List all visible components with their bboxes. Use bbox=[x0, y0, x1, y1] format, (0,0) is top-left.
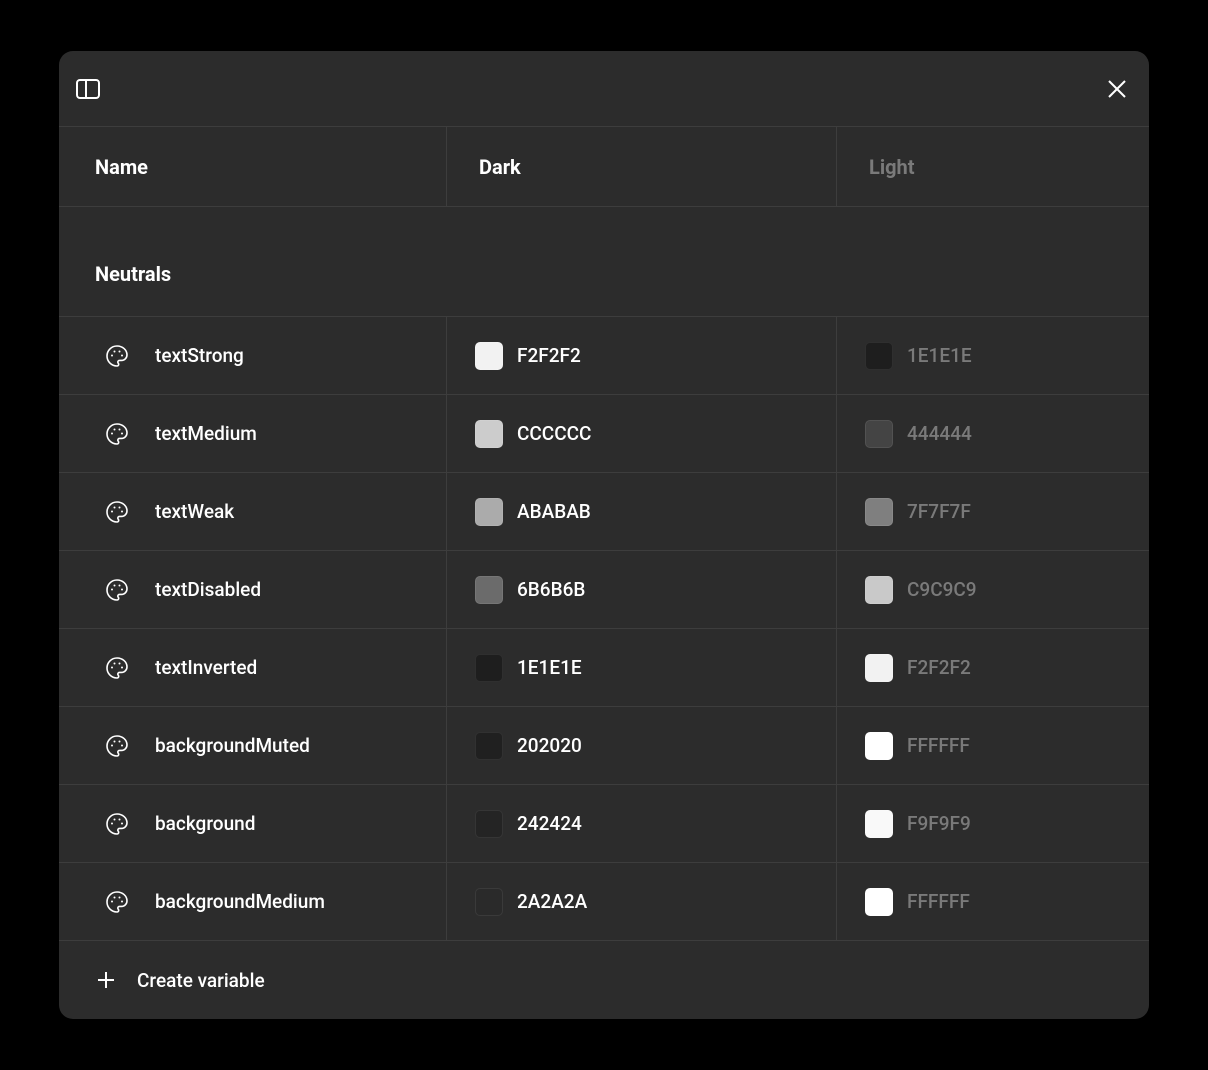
variable-name-label: backgroundMedium bbox=[155, 890, 325, 913]
variable-dark-cell[interactable]: F2F2F2 bbox=[447, 317, 837, 394]
variable-name-cell[interactable]: background bbox=[59, 785, 447, 862]
palette-icon bbox=[105, 578, 129, 602]
palette-icon bbox=[105, 890, 129, 914]
color-swatch[interactable] bbox=[475, 576, 503, 604]
palette-icon bbox=[105, 812, 129, 836]
hex-value-dark: F2F2F2 bbox=[517, 344, 581, 367]
hex-value-dark: 2A2A2A bbox=[517, 890, 587, 913]
variable-dark-cell[interactable]: 242424 bbox=[447, 785, 837, 862]
titlebar bbox=[59, 51, 1149, 127]
header-name-label: Name bbox=[95, 155, 148, 179]
header-light-column[interactable]: Light bbox=[837, 127, 1149, 206]
variable-name-label: textMedium bbox=[155, 422, 257, 445]
palette-icon bbox=[105, 344, 129, 368]
rows-container: textStrong F2F2F2 1E1E1E textMedium CCCC… bbox=[59, 317, 1149, 941]
variable-name-cell[interactable]: textInverted bbox=[59, 629, 447, 706]
variable-name-cell[interactable]: backgroundMuted bbox=[59, 707, 447, 784]
variable-dark-cell[interactable]: CCCCCC bbox=[447, 395, 837, 472]
create-variable-label: Create variable bbox=[137, 969, 265, 992]
header-dark-label: Dark bbox=[479, 155, 521, 179]
variable-name-cell[interactable]: textMedium bbox=[59, 395, 447, 472]
color-swatch[interactable] bbox=[475, 342, 503, 370]
variable-dark-cell[interactable]: ABABAB bbox=[447, 473, 837, 550]
color-swatch[interactable] bbox=[865, 420, 893, 448]
column-headers: Name Dark Light bbox=[59, 127, 1149, 207]
palette-icon bbox=[105, 500, 129, 524]
hex-value-dark: 242424 bbox=[517, 812, 582, 835]
header-dark-column[interactable]: Dark bbox=[447, 127, 837, 206]
variable-name-cell[interactable]: textDisabled bbox=[59, 551, 447, 628]
palette-icon bbox=[105, 734, 129, 758]
variable-row[interactable]: textWeak ABABAB 7F7F7F bbox=[59, 473, 1149, 551]
hex-value-light: FFFFFF bbox=[907, 734, 970, 757]
close-button[interactable] bbox=[1105, 77, 1129, 101]
variable-dark-cell[interactable]: 2A2A2A bbox=[447, 863, 837, 940]
hex-value-light: 7F7F7F bbox=[907, 500, 971, 523]
variable-row[interactable]: textInverted 1E1E1E F2F2F2 bbox=[59, 629, 1149, 707]
variable-name-label: textDisabled bbox=[155, 578, 261, 601]
variables-panel: Name Dark Light Neutrals textStrong F2F2… bbox=[59, 51, 1149, 1019]
color-swatch[interactable] bbox=[475, 810, 503, 838]
color-swatch[interactable] bbox=[475, 888, 503, 916]
variable-name-label: textInverted bbox=[155, 656, 257, 679]
hex-value-light: 444444 bbox=[907, 422, 972, 445]
hex-value-dark: CCCCCC bbox=[517, 422, 591, 445]
color-swatch[interactable] bbox=[865, 732, 893, 760]
hex-value-dark: 1E1E1E bbox=[517, 656, 582, 679]
hex-value-light: F2F2F2 bbox=[907, 656, 971, 679]
plus-icon bbox=[95, 969, 117, 991]
color-swatch[interactable] bbox=[865, 498, 893, 526]
variable-name-cell[interactable]: textStrong bbox=[59, 317, 447, 394]
header-light-label: Light bbox=[869, 155, 915, 179]
variable-name-label: textStrong bbox=[155, 344, 244, 367]
variable-row[interactable]: background 242424 F9F9F9 bbox=[59, 785, 1149, 863]
hex-value-light: C9C9C9 bbox=[907, 578, 977, 601]
hex-value-dark: ABABAB bbox=[517, 500, 591, 523]
variable-dark-cell[interactable]: 202020 bbox=[447, 707, 837, 784]
group-header: Neutrals bbox=[59, 207, 1149, 317]
color-swatch[interactable] bbox=[475, 654, 503, 682]
sidebar-toggle-icon[interactable] bbox=[73, 77, 103, 101]
variable-name-label: background bbox=[155, 812, 255, 835]
variable-light-cell[interactable]: C9C9C9 bbox=[837, 551, 1149, 628]
variable-light-cell[interactable]: F2F2F2 bbox=[837, 629, 1149, 706]
hex-value-light: FFFFFF bbox=[907, 890, 970, 913]
hex-value-light: F9F9F9 bbox=[907, 812, 971, 835]
variable-row[interactable]: textDisabled 6B6B6B C9C9C9 bbox=[59, 551, 1149, 629]
color-swatch[interactable] bbox=[475, 420, 503, 448]
create-variable-button[interactable]: Create variable bbox=[59, 941, 1149, 1019]
color-swatch[interactable] bbox=[865, 654, 893, 682]
variable-row[interactable]: textStrong F2F2F2 1E1E1E bbox=[59, 317, 1149, 395]
variable-light-cell[interactable]: FFFFFF bbox=[837, 707, 1149, 784]
variable-name-label: textWeak bbox=[155, 500, 234, 523]
group-title: Neutrals bbox=[95, 262, 171, 286]
color-swatch[interactable] bbox=[865, 342, 893, 370]
variable-light-cell[interactable]: 444444 bbox=[837, 395, 1149, 472]
variable-dark-cell[interactable]: 6B6B6B bbox=[447, 551, 837, 628]
color-swatch[interactable] bbox=[475, 732, 503, 760]
variable-light-cell[interactable]: 7F7F7F bbox=[837, 473, 1149, 550]
variable-row[interactable]: backgroundMuted 202020 FFFFFF bbox=[59, 707, 1149, 785]
color-swatch[interactable] bbox=[865, 810, 893, 838]
variable-name-label: backgroundMuted bbox=[155, 734, 310, 757]
color-swatch[interactable] bbox=[865, 888, 893, 916]
palette-icon bbox=[105, 656, 129, 680]
variable-light-cell[interactable]: 1E1E1E bbox=[837, 317, 1149, 394]
variable-row[interactable]: backgroundMedium 2A2A2A FFFFFF bbox=[59, 863, 1149, 941]
header-name-column[interactable]: Name bbox=[59, 127, 447, 206]
hex-value-dark: 202020 bbox=[517, 734, 582, 757]
color-swatch[interactable] bbox=[865, 576, 893, 604]
hex-value-light: 1E1E1E bbox=[907, 344, 972, 367]
variable-name-cell[interactable]: backgroundMedium bbox=[59, 863, 447, 940]
hex-value-dark: 6B6B6B bbox=[517, 578, 585, 601]
variable-name-cell[interactable]: textWeak bbox=[59, 473, 447, 550]
variable-row[interactable]: textMedium CCCCCC 444444 bbox=[59, 395, 1149, 473]
variable-light-cell[interactable]: F9F9F9 bbox=[837, 785, 1149, 862]
variable-dark-cell[interactable]: 1E1E1E bbox=[447, 629, 837, 706]
color-swatch[interactable] bbox=[475, 498, 503, 526]
palette-icon bbox=[105, 422, 129, 446]
variable-light-cell[interactable]: FFFFFF bbox=[837, 863, 1149, 940]
